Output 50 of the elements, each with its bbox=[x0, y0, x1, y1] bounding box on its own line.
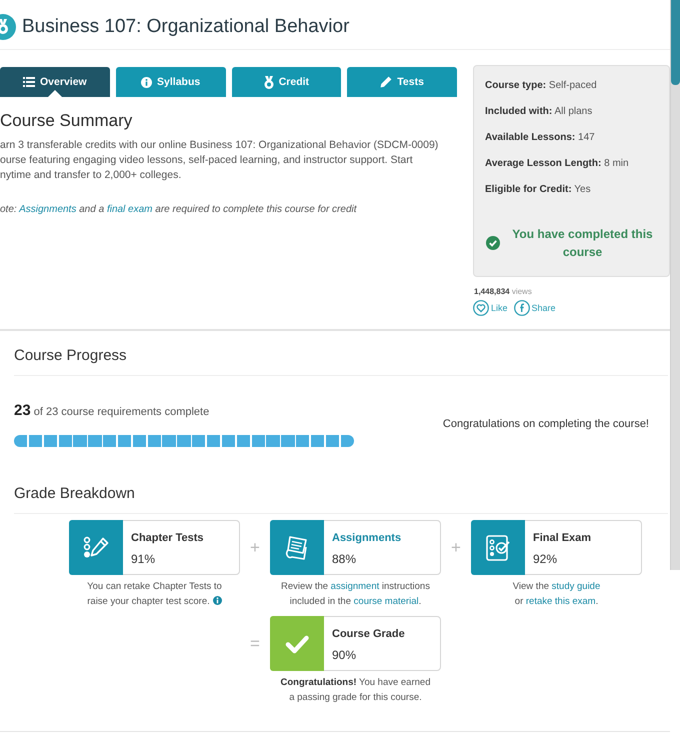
tab[interactable]: Tests bbox=[347, 67, 457, 97]
info-icon bbox=[141, 76, 152, 88]
card-title-link[interactable]: Assignments bbox=[332, 531, 402, 545]
section-heading: Course Progress bbox=[14, 331, 668, 376]
share-button[interactable]: Share bbox=[514, 300, 556, 316]
scrollbar[interactable] bbox=[670, 0, 680, 570]
note-link[interactable]: final exam bbox=[106, 204, 153, 215]
caption-link[interactable]: study guide bbox=[552, 581, 600, 592]
info-icon[interactable] bbox=[212, 596, 222, 604]
tab[interactable]: Credit bbox=[232, 67, 342, 97]
card-title: Course Grade bbox=[332, 627, 405, 641]
view-count: 1,448,834 views bbox=[474, 287, 533, 297]
card-score: 88% bbox=[332, 551, 358, 567]
like-button[interactable]: Like bbox=[473, 300, 508, 316]
caption-link[interactable]: assignment bbox=[330, 581, 380, 592]
note-text: ote: Assignments and a final exam are required to complete this course for credit bbox=[0, 203, 358, 217]
section-heading: Course Summary bbox=[0, 111, 134, 131]
congratulations-text: Congratulations on completing the course! bbox=[442, 418, 649, 430]
card-score: 90% bbox=[332, 647, 358, 663]
card-caption: Review the assignment instructions included in the course material. bbox=[280, 580, 431, 608]
detail-item: Available Lessons: 147 bbox=[485, 131, 596, 145]
detail-item: Average Lesson Length: 8 min bbox=[485, 157, 630, 171]
tab[interactable]: Overview bbox=[0, 67, 110, 97]
plus-sign: + bbox=[249, 536, 261, 558]
card-score: 91% bbox=[131, 551, 156, 567]
tab[interactable]: Syllabus bbox=[116, 67, 226, 97]
caption-link[interactable]: course material bbox=[354, 596, 419, 606]
card-title: Chapter Tests bbox=[131, 531, 204, 545]
equals-sign: = bbox=[249, 632, 261, 654]
summary-text: arn 3 transferable credits with our online Business 107: Organizational Behavior (SDCM-0009) ourse featuring engaging video lessons, self-paced learning, and instructor support. Start nytime and transfer to 2,000+ colleges. bbox=[0, 138, 440, 183]
completion-message: You have completed this course bbox=[511, 226, 654, 261]
f-circle-icon bbox=[514, 300, 530, 316]
pencil-icon bbox=[380, 76, 392, 88]
caption-link[interactable]: retake this exam bbox=[526, 596, 596, 606]
card-caption: You can retake Chapter Tests to raise your chapter test score. bbox=[86, 580, 223, 608]
scrollbar-thumb[interactable] bbox=[671, 0, 680, 85]
note-link[interactable]: Assignments bbox=[19, 204, 76, 215]
progress-summary: 23 of 23 course requirements complete bbox=[14, 401, 210, 421]
card-caption: Congratulations! You have earned a passing grade for this course. bbox=[280, 676, 432, 704]
card-title: Final Exam bbox=[533, 531, 592, 545]
card-caption: View the study guide or retake this exam. bbox=[512, 580, 602, 608]
detail-item: Included with: All plans bbox=[485, 105, 594, 119]
list-icon bbox=[23, 77, 36, 87]
medal-icon bbox=[264, 76, 274, 88]
plus-sign: + bbox=[450, 536, 462, 558]
section-heading: Grade Breakdown bbox=[14, 447, 668, 514]
card-score: 92% bbox=[533, 551, 558, 567]
page-title: Business 107: Organizational Behavior bbox=[22, 16, 350, 38]
detail-item: Eligible for Credit: Yes bbox=[485, 183, 592, 197]
detail-item: Course type: Self-paced bbox=[485, 79, 598, 93]
